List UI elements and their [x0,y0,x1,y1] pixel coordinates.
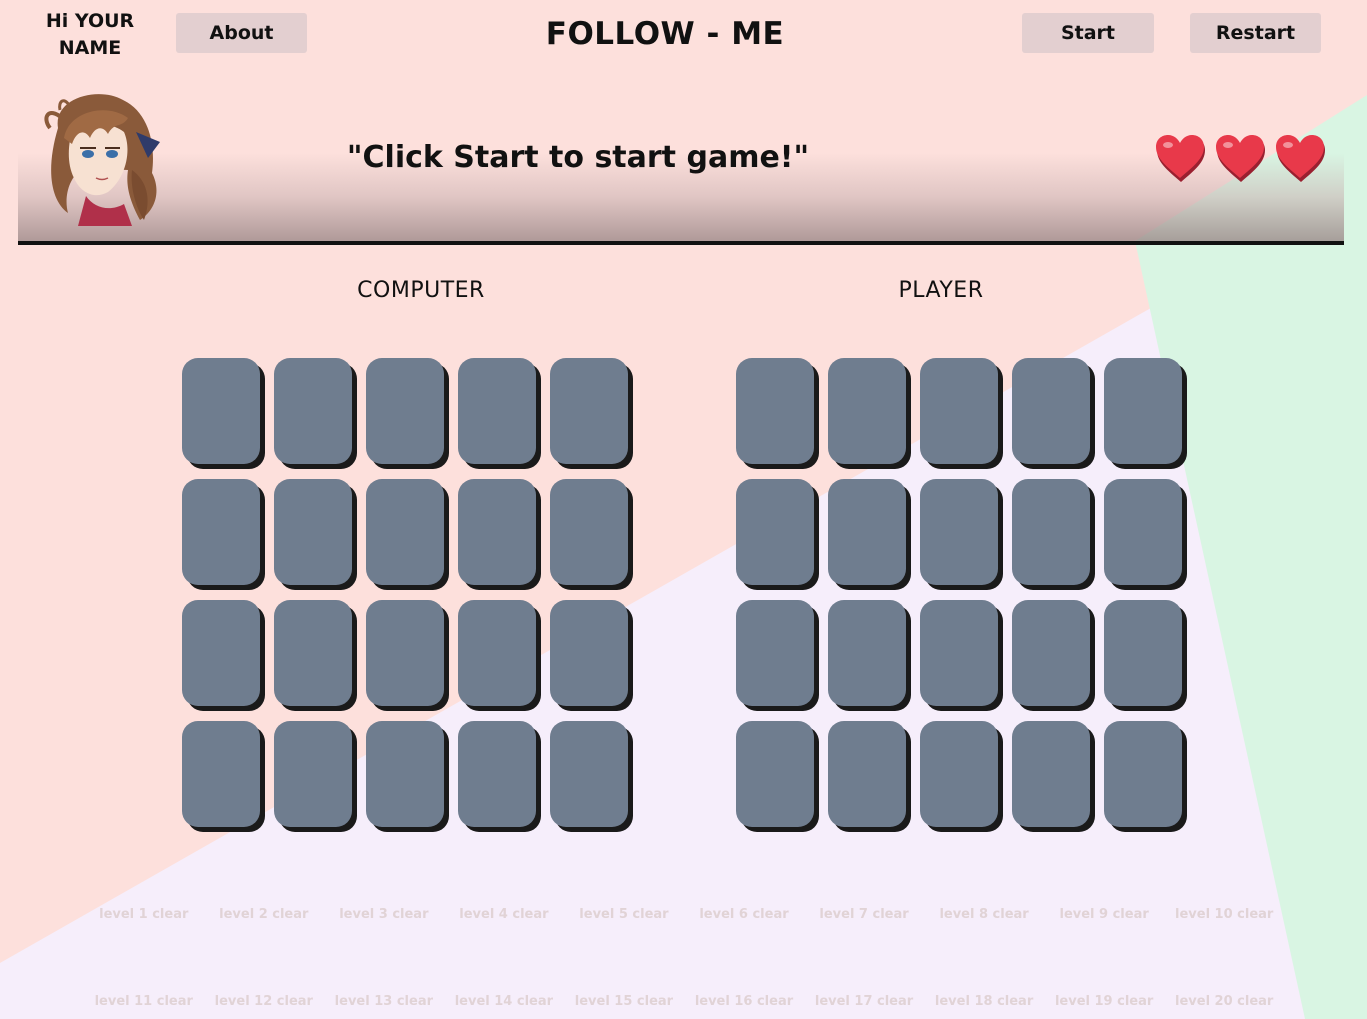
computer-tile [182,358,260,464]
computer-tile [550,721,628,827]
computer-board-title: COMPUTER [357,278,485,303]
heart-icon [1156,135,1205,182]
lives-indicator [1154,134,1326,182]
player-tile[interactable] [828,479,906,585]
player-tile[interactable] [1012,600,1090,706]
greeting-line-1: Hi YOUR [45,10,135,32]
about-button[interactable]: About [176,13,307,53]
player-tile[interactable] [736,479,814,585]
player-tile[interactable] [1104,358,1182,464]
computer-tile [274,479,352,585]
computer-tile [366,721,444,827]
level-status-label: level 14 clear [454,994,554,1009]
game-title: FOLLOW - ME [545,16,785,52]
computer-tile [458,479,536,585]
player-tile[interactable] [828,600,906,706]
computer-tile [274,600,352,706]
computer-board [182,358,628,827]
player-tile[interactable] [1104,479,1182,585]
heart-icon [1216,135,1265,182]
player-board [736,358,1182,827]
player-tile[interactable] [920,479,998,585]
level-status-label: level 12 clear [214,994,313,1009]
level-status-label: level 3 clear [339,907,429,922]
start-button[interactable]: Start [1022,13,1154,53]
level-status-label: level 9 clear [1059,907,1149,922]
greeting-line-2: NAME [58,37,122,59]
level-status-label: level 2 clear [219,907,309,922]
anime-character-portrait-icon [44,94,160,226]
player-tile[interactable] [1012,479,1090,585]
player-tile[interactable] [828,721,906,827]
restart-button[interactable]: Restart [1190,13,1321,53]
level-status-label: level 5 clear [579,907,669,922]
level-status-label: level 10 clear [1175,907,1274,922]
level-status-label: level 6 clear [699,907,789,922]
level-status-label: level 8 clear [939,907,1029,922]
player-greeting: Hi YOUR NAME [30,8,150,62]
level-status-label: level 18 clear [934,994,1034,1009]
level-status-label: level 4 clear [459,907,549,922]
heart-icon [1276,135,1325,182]
computer-tile [550,358,628,464]
computer-tile [458,600,536,706]
computer-tile [182,600,260,706]
level-status-label: level 20 clear [1175,994,1274,1009]
computer-tile [366,358,444,464]
status-banner: "Click Start to start game!" [18,84,1344,245]
player-tile[interactable] [1012,358,1090,464]
player-tile[interactable] [736,600,814,706]
level-status-label: level 15 clear [574,994,674,1009]
computer-tile [182,479,260,585]
level-status-label: level 1 clear [99,907,189,922]
level-status-label: level 19 clear [1054,994,1154,1009]
computer-tile [274,358,352,464]
player-tile[interactable] [1104,600,1182,706]
level-status-label: level 11 clear [94,994,193,1009]
computer-tile [366,600,444,706]
player-tile[interactable] [1104,721,1182,827]
level-status-label: level 7 clear [819,907,909,922]
player-tile[interactable] [736,358,814,464]
player-tile[interactable] [920,358,998,464]
computer-tile [458,721,536,827]
computer-tile [274,721,352,827]
player-tile[interactable] [920,600,998,706]
game-message: "Click Start to start game!" [346,140,810,175]
player-tile[interactable] [920,721,998,827]
computer-tile [550,479,628,585]
levels-row-1: level 1 clear level 2 clear level 3 clear l… [84,907,1284,922]
player-tile[interactable] [736,721,814,827]
levels-row-2: level 11 clear level 12 clear level 13 cle… [84,994,1284,1009]
computer-tile [366,479,444,585]
player-tile[interactable] [1012,721,1090,827]
player-tile[interactable] [828,358,906,464]
level-status-label: level 13 clear [334,994,433,1009]
computer-tile [458,358,536,464]
level-status-label: level 17 clear [814,994,914,1009]
computer-tile [182,721,260,827]
player-board-title: PLAYER [898,278,984,303]
level-status-label: level 16 clear [694,994,794,1009]
computer-tile [550,600,628,706]
